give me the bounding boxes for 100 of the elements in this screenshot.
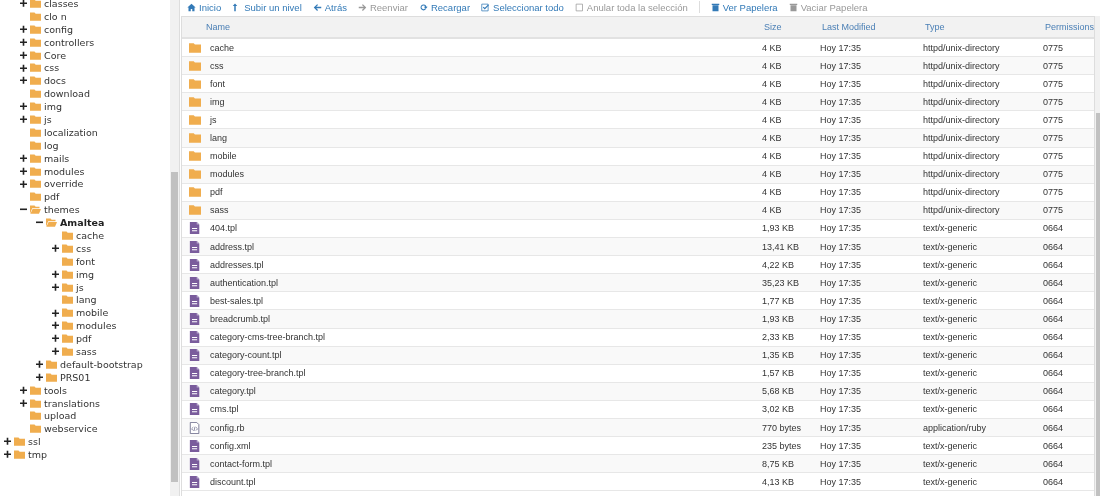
tree-item[interactable]: img — [44, 101, 62, 113]
tree-item[interactable]: clo n — [44, 10, 67, 22]
tree-item[interactable]: log — [44, 139, 59, 151]
tree-item[interactable]: mails — [44, 152, 70, 164]
table-row[interactable]: contact-form.tpl 8,75 KB Hoy 17:35 text/x-generic 0664 — [182, 455, 1094, 474]
tree-item[interactable]: img — [76, 268, 94, 280]
tree-item[interactable]: tmp — [28, 449, 47, 461]
tree-item[interactable]: js — [76, 281, 84, 293]
toolbar-button[interactable]: Atrás — [312, 1, 347, 13]
tree-item[interactable]: modules — [76, 320, 117, 332]
tree-item[interactable]: config — [44, 23, 74, 35]
expand-icon[interactable] — [20, 24, 27, 34]
table-row[interactable]: authentication.tpl 35,23 KB Hoy 17:35 text/x-generic 0664 — [182, 274, 1094, 293]
file-size: 1,77 KB — [762, 295, 796, 306]
toolbar-button[interactable]: Inicio — [187, 1, 222, 13]
tree-item[interactable]: lang — [76, 294, 97, 306]
mime-type: text/x-generic — [923, 259, 979, 270]
expand-icon[interactable] — [20, 385, 27, 395]
mime-type: httpd/unix-directory — [923, 114, 1001, 125]
tree-item[interactable]: Core — [44, 49, 66, 61]
file-name: config.xml — [210, 440, 251, 451]
expand-icon[interactable] — [20, 115, 27, 124]
expand-icon[interactable] — [20, 50, 27, 60]
tree-item[interactable]: PRS01 — [60, 371, 91, 383]
column-header[interactable]: Type — [925, 22, 1045, 32]
expand-icon[interactable] — [52, 244, 59, 253]
expand-icon[interactable] — [4, 437, 11, 446]
table-row[interactable]: category-tree-branch.tpl 1,57 KB Hoy 17:35 text/x-generic 0664 — [182, 364, 1094, 383]
table-row[interactable]: discount.tpl 4,13 KB Hoy 17:35 text/x-generic 0664 — [182, 473, 1094, 492]
expand-icon[interactable] — [52, 321, 59, 330]
file-name: font — [210, 78, 225, 89]
expand-icon[interactable] — [4, 450, 11, 459]
file-size: 4 KB — [762, 187, 783, 198]
tree-item[interactable]: ssl — [28, 436, 41, 448]
permissions: 0775 — [1043, 151, 1065, 162]
tree-item[interactable]: mobile — [76, 307, 109, 319]
tree-item[interactable]: modules — [44, 165, 85, 177]
trash-icon — [710, 2, 720, 12]
column-header[interactable]: Name — [182, 22, 762, 32]
expand-icon[interactable] — [36, 372, 43, 382]
expand-icon[interactable] — [20, 398, 27, 408]
tree-item[interactable]: localization — [44, 126, 98, 138]
tree-item[interactable]: cache — [76, 229, 105, 241]
tree-item[interactable]: Amaltea — [60, 217, 105, 229]
expand-icon[interactable] — [20, 179, 27, 189]
table-row[interactable]: breadcrumb.tpl 1,93 KB Hoy 17:35 text/x-generic 0664 — [182, 310, 1094, 329]
tree-item[interactable]: font — [76, 255, 95, 267]
toolbar-button[interactable]: Subir un nivel — [232, 1, 302, 13]
column-header[interactable]: Size — [762, 22, 822, 32]
tree-item[interactable]: pdf — [76, 333, 92, 345]
permissions: 0664 — [1043, 295, 1065, 306]
column-header[interactable]: Permissions — [1045, 22, 1094, 32]
tree-item[interactable]: themes — [44, 204, 80, 216]
tree-item[interactable]: css — [76, 242, 92, 254]
expand-icon[interactable] — [52, 282, 59, 292]
toolbar-button[interactable]: Recargar — [418, 1, 471, 13]
folder-icon — [62, 281, 73, 293]
table-row[interactable]: address.tpl 13,41 KB Hoy 17:35 text/x-generic 0664 — [182, 238, 1094, 257]
tree-item[interactable]: docs — [44, 75, 66, 87]
table-row[interactable]: pdf 4 KB Hoy 17:35 httpd/unix-directory 0775 — [182, 183, 1094, 202]
tree-item[interactable]: pdf — [44, 191, 60, 203]
tree-item[interactable]: default-bootstrap — [60, 358, 143, 370]
tree-item[interactable]: translations — [44, 397, 101, 409]
expand-icon[interactable] — [20, 37, 27, 47]
expand-icon[interactable] — [36, 360, 43, 369]
expand-icon[interactable] — [20, 63, 27, 73]
file-size: 35,23 KB — [762, 277, 801, 288]
scrollbar[interactable] — [170, 0, 179, 496]
table-row[interactable]: mobile 4 KB Hoy 17:35 httpd/unix-directory 0775 — [182, 147, 1094, 166]
tree-item[interactable]: css — [44, 62, 60, 74]
tree-item[interactable]: upload — [44, 410, 77, 422]
mime-type: text/x-generic — [923, 223, 979, 234]
tree-item[interactable]: download — [44, 88, 90, 100]
expand-icon[interactable] — [20, 153, 27, 163]
tree-item[interactable]: webservice — [44, 423, 98, 435]
toolbar-button[interactable]: Ver Papelera — [710, 1, 778, 13]
table-row[interactable]: lang 4 KB Hoy 17:35 httpd/unix-directory 0775 — [182, 129, 1094, 148]
expand-icon[interactable] — [52, 347, 59, 356]
expand-icon[interactable] — [20, 0, 27, 8]
tree-item[interactable]: tools — [44, 384, 67, 396]
table-row[interactable]: img 4 KB Hoy 17:35 httpd/unix-directory 0775 — [182, 93, 1094, 112]
tree-item[interactable]: controllers — [44, 36, 95, 48]
table-row[interactable]: css 4 KB Hoy 17:35 httpd/unix-directory 0775 — [182, 57, 1094, 76]
expand-icon[interactable] — [52, 308, 59, 318]
checkbox-icon — [574, 2, 584, 12]
table-row[interactable]: category-cms-tree-branch.tpl 2,33 KB Hoy 17:35 text/x-generic 0664 — [182, 328, 1094, 347]
table-row[interactable]: cms.tpl 3,02 KB Hoy 17:35 text/x-generic 0664 — [182, 400, 1094, 419]
tree-item[interactable]: js — [44, 113, 52, 125]
expand-icon[interactable] — [52, 269, 59, 279]
expand-icon[interactable] — [20, 166, 27, 176]
folder-icon — [62, 242, 73, 254]
toolbar-button[interactable]: Seleccionar todo — [481, 1, 564, 13]
tree-item[interactable]: sass — [76, 346, 97, 357]
expand-icon[interactable] — [20, 102, 27, 111]
tree-item[interactable]: override — [44, 178, 84, 190]
expand-icon[interactable] — [52, 334, 59, 343]
column-header[interactable]: Last Modified — [822, 22, 925, 32]
tree-item[interactable]: classes — [44, 0, 79, 9]
expand-icon[interactable] — [20, 76, 27, 86]
folder-icon — [30, 397, 41, 409]
